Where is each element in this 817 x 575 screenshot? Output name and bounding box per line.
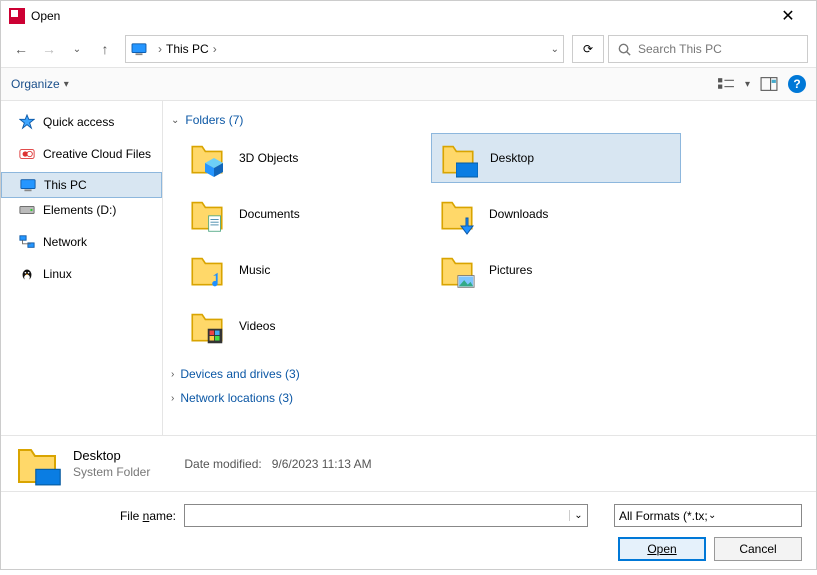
3d-icon <box>203 156 225 178</box>
group-folders-header[interactable]: ⌄ Folders (7) <box>171 109 808 133</box>
music-icon <box>204 270 224 290</box>
sidebar-item-label: Creative Cloud Files <box>43 147 151 161</box>
recent-locations-button[interactable]: ⌄ <box>65 37 89 61</box>
folder-desktop[interactable]: Desktop <box>431 133 681 183</box>
video-icon <box>205 326 225 346</box>
detail-name: Desktop <box>73 448 150 463</box>
sidebar-item-network[interactable]: Network <box>1 229 162 255</box>
pc-icon <box>130 42 148 56</box>
sidebar-item-label: This PC <box>44 178 87 192</box>
sidebar-item-elements-d[interactable]: Elements (D:) <box>1 197 162 223</box>
picture-icon <box>455 272 477 290</box>
sidebar-item-label: Quick access <box>43 115 114 129</box>
folder-label: Videos <box>239 319 275 333</box>
body: Quick access Creative Cloud Files This P… <box>1 101 816 435</box>
folders-grid: 3D Objects Desktop Documents Downloads M… <box>181 133 808 351</box>
search-box[interactable]: Search This PC <box>608 35 808 63</box>
sidebar-item-creative-cloud[interactable]: Creative Cloud Files <box>1 141 162 167</box>
back-button[interactable]: ← <box>9 37 33 61</box>
linux-icon <box>19 266 35 282</box>
folder-label: Documents <box>239 207 300 221</box>
up-button[interactable]: ↑ <box>93 37 117 61</box>
crumb-sep: › <box>158 42 162 56</box>
search-placeholder: Search This PC <box>638 42 722 56</box>
refresh-button[interactable]: ⟳ <box>572 35 604 63</box>
sidebar-item-this-pc[interactable]: This PC <box>1 172 162 198</box>
desktop-icon <box>35 466 61 486</box>
open-button[interactable]: Open <box>618 537 706 561</box>
detail-modified-label: Date modified: <box>184 457 261 471</box>
nav-row: ← → ⌄ ↑ › This PC › ⌄ ⟳ Search This PC <box>1 31 816 67</box>
desktop-icon <box>456 160 478 178</box>
folder-label: Downloads <box>489 207 548 221</box>
folder-label: Pictures <box>489 263 532 277</box>
forward-button[interactable]: → <box>37 37 61 61</box>
chevron-right-icon: › <box>171 369 174 380</box>
preview-pane-button[interactable] <box>760 75 778 93</box>
chevron-down-icon: ⌄ <box>171 115 179 126</box>
group-network-header[interactable]: › Network locations (3) <box>171 387 808 411</box>
folder-label: Music <box>239 263 270 277</box>
chevron-right-icon: › <box>171 393 174 404</box>
view-options-button[interactable] <box>717 75 735 93</box>
folder-pictures[interactable]: Pictures <box>431 245 681 295</box>
document-icon <box>205 214 225 234</box>
file-name-combo[interactable]: ⌄ <box>184 504 588 527</box>
filter-label: All Formats (*.tx;*.rtf;*.htm;*.ht <box>619 509 708 523</box>
folder-videos[interactable]: Videos <box>181 301 431 351</box>
folder-downloads[interactable]: Downloads <box>431 189 681 239</box>
folder-label: Desktop <box>490 151 534 165</box>
group-label: Network locations (3) <box>180 391 293 405</box>
app-icon <box>9 8 25 24</box>
title-bar: Open ✕ <box>1 1 816 31</box>
address-bar[interactable]: › This PC › ⌄ <box>125 35 564 63</box>
network-icon <box>19 234 35 250</box>
file-type-filter[interactable]: All Formats (*.tx;*.rtf;*.htm;*.ht ⌄ <box>614 504 802 527</box>
group-label: Folders (7) <box>185 113 243 127</box>
group-devices-header[interactable]: › Devices and drives (3) <box>171 363 808 387</box>
folder-3d-objects[interactable]: 3D Objects <box>181 133 431 183</box>
sidebar-item-label: Elements (D:) <box>43 203 116 217</box>
chevron-down-icon: ▾ <box>64 79 69 90</box>
star-icon <box>19 114 35 130</box>
main-pane: ⌄ Folders (7) 3D Objects Desktop Documen… <box>163 101 816 435</box>
folder-label: 3D Objects <box>239 151 298 165</box>
file-name-dropdown[interactable]: ⌄ <box>569 510 587 521</box>
file-name-label: File name: <box>76 509 176 523</box>
download-icon <box>455 214 477 236</box>
folder-music[interactable]: Music <box>181 245 431 295</box>
crumb-sep[interactable]: › <box>213 42 217 56</box>
open-label: Open <box>647 542 676 556</box>
chevron-down-icon: ⌄ <box>708 510 797 521</box>
window-title: Open <box>31 9 768 23</box>
cancel-button[interactable]: Cancel <box>714 537 802 561</box>
bottom-panel: File name: ⌄ All Formats (*.tx;*.rtf;*.h… <box>1 492 816 575</box>
sidebar-item-quick-access[interactable]: Quick access <box>1 109 162 135</box>
cc-icon <box>19 146 35 162</box>
search-icon <box>617 42 632 57</box>
address-dropdown[interactable]: ⌄ <box>551 44 559 55</box>
navigation-pane: Quick access Creative Cloud Files This P… <box>1 101 163 435</box>
drive-icon <box>19 202 35 218</box>
cancel-label: Cancel <box>739 542 776 556</box>
sidebar-item-label: Linux <box>43 267 72 281</box>
view-dropdown[interactable]: ▾ <box>745 79 750 90</box>
detail-modified-value: 9/6/2023 11:13 AM <box>272 457 372 471</box>
sidebar-item-label: Network <box>43 235 87 249</box>
pc-icon <box>20 177 36 193</box>
group-label: Devices and drives (3) <box>180 367 299 381</box>
detail-type: System Folder <box>73 465 150 479</box>
organize-label: Organize <box>11 77 60 91</box>
folder-documents[interactable]: Documents <box>181 189 431 239</box>
close-button[interactable]: ✕ <box>768 6 808 26</box>
toolbar: Organize ▾ ▾ ? <box>1 67 816 101</box>
sidebar-item-linux[interactable]: Linux <box>1 261 162 287</box>
file-name-input[interactable] <box>185 509 569 523</box>
help-button[interactable]: ? <box>788 75 806 93</box>
details-pane: Desktop System Folder Date modified: 9/6… <box>1 436 816 491</box>
crumb-this-pc[interactable]: This PC <box>166 42 209 56</box>
organize-menu[interactable]: Organize ▾ <box>11 77 69 91</box>
